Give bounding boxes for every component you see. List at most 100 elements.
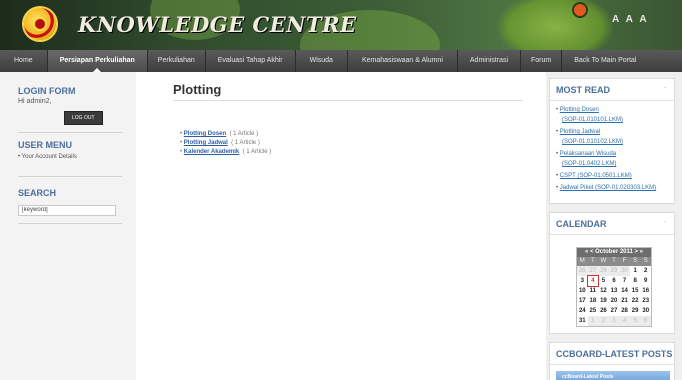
calendar-day[interactable]: 20 xyxy=(609,296,620,306)
weekday-label: M xyxy=(579,258,585,264)
calendar-day[interactable]: 5 xyxy=(629,316,641,326)
article-count: ( 1 Article ) xyxy=(229,131,259,137)
category-link-plotting-dosen[interactable]: Plotting Dosen xyxy=(184,131,226,137)
calendar-day[interactable]: 2 xyxy=(598,316,609,326)
calendar-day[interactable]: 5 xyxy=(598,276,609,286)
nav-item-kemahasiswaan-alumni[interactable]: Kemahasiswaan & Alumni xyxy=(348,50,458,72)
calendar-day[interactable]: 26 xyxy=(598,306,609,316)
article-count: ( 1 Article ) xyxy=(231,140,260,146)
most-read-link-text[interactable]: Plotting Dosen xyxy=(560,107,599,113)
left-sidebar: LOGIN FORM Hi admin2, LOG OUT USER MENU … xyxy=(0,72,136,380)
calendar-month-nav[interactable]: « < October 2011 > » xyxy=(577,248,651,257)
most-read-link-code[interactable]: (SOP-01.0402.LKM) xyxy=(562,161,616,167)
calendar-day[interactable]: 23 xyxy=(640,296,651,306)
calendar-day[interactable]: 10 xyxy=(577,286,588,296)
site-logo[interactable] xyxy=(22,6,58,42)
collapse-toggle[interactable]: - xyxy=(664,85,666,91)
font-decrease-button[interactable]: A xyxy=(639,14,646,25)
nav-item-back-to-main-portal[interactable]: Back To Main Portal xyxy=(562,50,648,72)
most-read-link[interactable]: Plotting Dosen (SOP-01.010101.LKM) xyxy=(556,107,623,123)
calendar-day[interactable]: 3 xyxy=(577,276,588,286)
logout-button[interactable]: LOG OUT xyxy=(64,111,103,125)
calendar-day[interactable]: 11 xyxy=(588,286,599,296)
nav-item-persiapan-perkuliahan[interactable]: Persiapan Perkuliahan xyxy=(47,50,148,72)
font-reset-button[interactable]: A xyxy=(626,14,633,25)
calendar-day[interactable]: 4 xyxy=(619,316,630,326)
calendar-day[interactable]: 28 xyxy=(598,266,609,276)
search-input[interactable] xyxy=(18,204,116,216)
calendar-day[interactable]: 15 xyxy=(630,286,641,296)
nav-item-wisuda[interactable]: Wisuda xyxy=(296,50,348,72)
most-read-link[interactable]: Pelaksanaan Wisuda (SOP-01.0402.LKM) xyxy=(556,151,617,167)
calendar-day[interactable]: 16 xyxy=(640,286,651,296)
calendar-day[interactable]: 1 xyxy=(587,316,599,326)
most-read-link[interactable]: Jadwal Piket (SOP-01.020303.LKM) xyxy=(560,185,656,191)
site-title[interactable]: KNOWLEDGE CENTRE xyxy=(78,12,357,37)
calendar-day[interactable]: 27 xyxy=(587,266,599,276)
calendar-days: 26 27 28 29 30 1 2 3 4 5 6 7 8 9 10 11 12 13 14 15 16 17 18 19 2… xyxy=(577,266,651,326)
calendar-day[interactable]: 17 xyxy=(577,296,588,306)
weekday-label: F xyxy=(622,258,627,264)
category-item: • Kalender Akademik ( 1 Article ) xyxy=(180,149,272,155)
most-read-link-text[interactable]: Pelaksanaan Wisuda xyxy=(560,151,616,157)
most-read-item: • Plotting Jadwal (SOP-01.010102.LKM) xyxy=(556,129,624,145)
category-link-kalender-akademik[interactable]: Kalender Akademik xyxy=(184,149,239,155)
calendar-day[interactable]: 21 xyxy=(619,296,630,306)
search-title: SEARCH xyxy=(18,188,57,198)
most-read-item: • CSPT (SOP-01.0501.LKM) xyxy=(556,173,632,179)
weekday-label: S xyxy=(643,258,648,264)
calendar-day[interactable]: 25 xyxy=(588,306,599,316)
nav-item-home[interactable]: Home xyxy=(0,50,48,72)
calendar-day[interactable]: 13 xyxy=(609,286,620,296)
calendar-day[interactable]: 22 xyxy=(630,296,641,306)
most-read-link[interactable]: CSPT (SOP-01.0501.LKM) xyxy=(560,173,632,179)
calendar-day[interactable]: 2 xyxy=(640,266,651,276)
calendar-day[interactable]: 29 xyxy=(630,306,641,316)
ccboard-latest-posts-bar[interactable]: ccBoard-Latest Posts xyxy=(556,371,670,380)
most-read-link-text[interactable]: Plotting Jadwal xyxy=(560,129,600,135)
calendar-day[interactable]: 30 xyxy=(640,306,651,316)
calendar-day[interactable]: 24 xyxy=(577,306,588,316)
collapse-toggle[interactable]: - xyxy=(664,349,666,355)
calendar-day[interactable]: 28 xyxy=(619,306,630,316)
collapse-toggle[interactable]: - xyxy=(664,219,666,225)
calendar-day[interactable]: 6 xyxy=(640,316,651,326)
nav-item-forum[interactable]: Forum xyxy=(521,50,563,72)
nav-item-perkuliahan[interactable]: Perkuliahan xyxy=(148,50,206,72)
calendar-day[interactable]: 18 xyxy=(588,296,599,306)
site-header: KNOWLEDGE CENTRE A A A xyxy=(0,0,682,50)
user-menu-item-label[interactable]: Your Account Details xyxy=(22,154,77,160)
calendar-day[interactable]: 30 xyxy=(619,266,630,276)
most-read-link-code[interactable]: (SOP-01.010101.LKM) xyxy=(562,117,623,123)
weekday-label: T xyxy=(612,258,616,264)
font-increase-button[interactable]: A xyxy=(612,14,619,25)
user-menu-item-account-details[interactable]: • Your Account Details xyxy=(18,154,122,160)
calendar-day[interactable]: 14 xyxy=(619,286,630,296)
logo-emblem xyxy=(33,17,47,31)
ccboard-title: CCBOARD-LATEST POSTS xyxy=(556,349,673,359)
calendar-day[interactable]: 12 xyxy=(598,286,609,296)
nav-item-administrasi[interactable]: Administrasi xyxy=(458,50,522,72)
ccboard-header: CCBOARD-LATEST POSTS - xyxy=(550,343,674,365)
user-menu-module: USER MENU • Your Account Details xyxy=(18,140,122,160)
calendar-day[interactable]: 19 xyxy=(598,296,609,306)
calendar-day[interactable]: 26 xyxy=(577,266,588,276)
calendar-day[interactable]: 6 xyxy=(609,276,620,286)
nav-item-evaluasi-tahap-akhir[interactable]: Evaluasi Tahap Akhir xyxy=(206,50,296,72)
login-greeting: Hi admin2, xyxy=(18,98,52,105)
most-read-title: MOST READ xyxy=(556,85,610,95)
calendar-day[interactable]: 3 xyxy=(608,316,620,326)
category-link-plotting-jadwal[interactable]: Plotting Jadwal xyxy=(184,140,228,146)
most-read-link[interactable]: Plotting Jadwal (SOP-01.010102.LKM) xyxy=(556,129,623,145)
most-read-list: • Plotting Dosen (SOP-01.010101.LKM) • Pl… xyxy=(550,101,674,193)
calendar-day[interactable]: 9 xyxy=(640,276,651,286)
calendar-day[interactable]: 29 xyxy=(608,266,620,276)
divider xyxy=(18,132,122,133)
calendar-day[interactable]: 27 xyxy=(609,306,620,316)
calendar-day[interactable]: 8 xyxy=(630,276,641,286)
calendar-day[interactable]: 1 xyxy=(630,266,641,276)
calendar-day[interactable]: 4 xyxy=(586,275,600,287)
calendar-day[interactable]: 7 xyxy=(619,276,630,286)
calendar-day[interactable]: 31 xyxy=(577,316,588,326)
most-read-link-code[interactable]: (SOP-01.010102.LKM) xyxy=(562,139,623,145)
